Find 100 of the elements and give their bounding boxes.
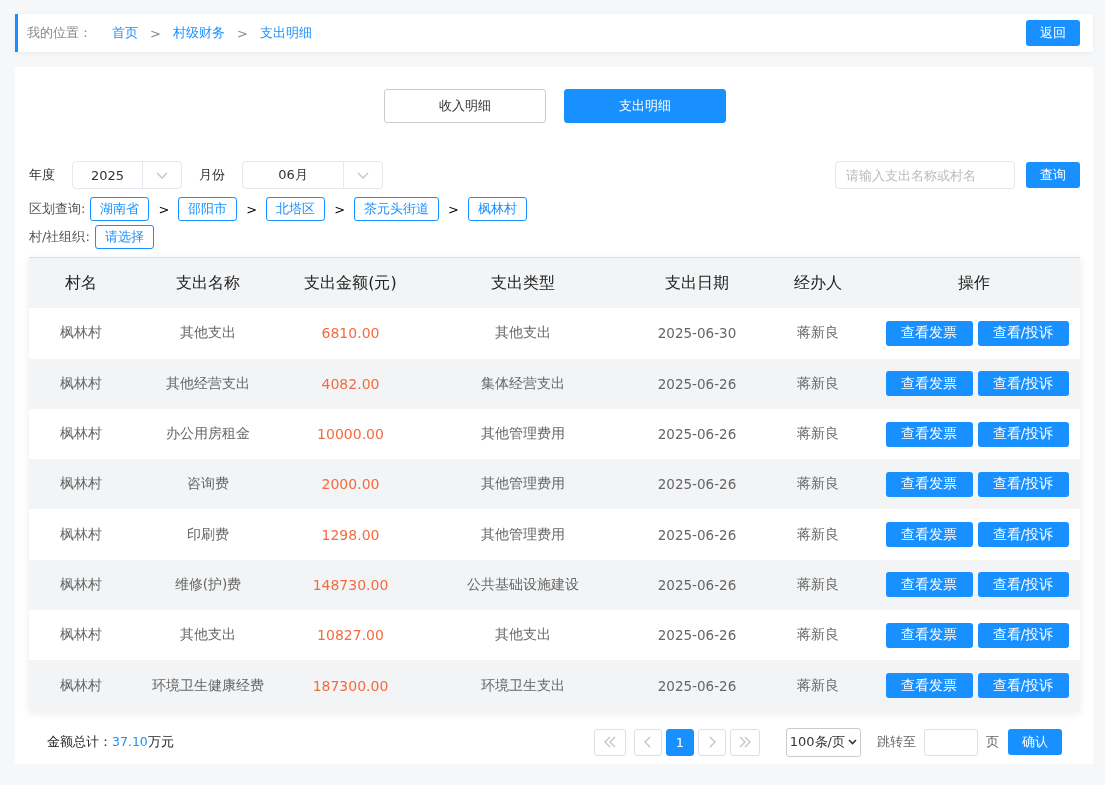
breadcrumb-link[interactable]: 首页 (112, 24, 138, 42)
table-cell-text: 2025-06-26 (656, 626, 738, 646)
tab[interactable]: 支出明细 (563, 89, 726, 123)
view-invoice-button[interactable]: 查看发票 (885, 371, 973, 397)
table-cell-text: 其他支出 (179, 323, 237, 343)
column-header: 支出日期 (664, 271, 730, 294)
region-chip[interactable]: 邵阳市 (178, 197, 238, 221)
total-unit: 万元 (147, 733, 174, 749)
table-cell-text: 枫林村 (59, 625, 103, 645)
region-chip[interactable]: 北塔区 (266, 197, 326, 221)
region-separator: > (448, 201, 459, 217)
tab[interactable]: 收入明细 (383, 89, 546, 123)
breadcrumb-separator: > (236, 25, 248, 41)
back-button[interactable]: 返回 (1026, 20, 1080, 46)
organization-label: 村/社组织: (29, 228, 90, 246)
table-cell-text: 187300.00 (311, 676, 390, 696)
region-separator: > (158, 201, 170, 217)
column-header: 支出金额(元) (303, 271, 398, 294)
month-select[interactable]: 06月 (242, 161, 383, 189)
table-cell-text: 蒋新良 (795, 524, 840, 544)
table-cell-text: 其他管理费用 (479, 424, 566, 444)
table-cell-text: 环境卫生健康经费 (151, 675, 265, 695)
breadcrumb-link[interactable]: 村级财务 (172, 24, 225, 42)
table-cell-text: 蒋新良 (795, 323, 840, 343)
table-cell-text: 其他经营支出 (165, 373, 251, 393)
search-button[interactable]: 查询 (1026, 162, 1080, 188)
next-page-button[interactable] (697, 728, 726, 756)
year-select[interactable]: 2025 (72, 161, 182, 189)
table-cell-text: 其他支出 (493, 323, 552, 343)
table-cell-text: 2000.00 (320, 475, 381, 495)
breadcrumb-label: 我的位置： (27, 24, 92, 42)
table-cell-text: 公共基础设施建设 (465, 574, 580, 594)
view-invoice-button[interactable]: 查看发票 (885, 320, 973, 346)
chevron-right-icon (707, 736, 716, 749)
view-complaint-button[interactable]: 查看/投诉 (977, 622, 1069, 648)
table-cell-text: 枫林村 (59, 323, 103, 343)
breadcrumb-link[interactable]: 支出明细 (259, 24, 312, 42)
table-cell-text: 2025-06-26 (656, 525, 738, 545)
table-cell-text: 枫林村 (59, 574, 103, 594)
page-size-select[interactable]: 100条/页 (785, 727, 861, 757)
table-cell-text: 枫林村 (59, 474, 103, 494)
organization-select[interactable]: 请选择 (94, 225, 154, 249)
last-page-button[interactable] (729, 728, 760, 756)
table-cell-text: 其他管理费用 (479, 474, 566, 494)
table-cell-text: 维修(护)费 (173, 574, 243, 594)
table-cell-text: 环境卫生支出 (479, 675, 566, 695)
table-cell-text: 其他支出 (493, 625, 552, 645)
table-cell-text: 蒋新良 (795, 675, 840, 695)
column-header: 村名 (64, 271, 98, 294)
region-chip[interactable]: 茶元头街道 (354, 197, 440, 221)
view-invoice-button[interactable]: 查看发票 (885, 572, 973, 598)
table-cell-text: 4082.00 (320, 374, 381, 394)
table-cell-text: 枫林村 (59, 524, 103, 544)
table-cell-text: 2025-06-26 (656, 676, 738, 696)
region-chip[interactable]: 湖南省 (90, 197, 150, 221)
view-complaint-button[interactable]: 查看/投诉 (977, 371, 1069, 397)
page-button[interactable]: 1 (665, 728, 694, 756)
confirm-button[interactable]: 确认 (1008, 729, 1062, 756)
region-separator: > (246, 201, 258, 217)
breadcrumb-separator: > (150, 25, 161, 41)
view-complaint-button[interactable]: 查看/投诉 (977, 421, 1069, 447)
previous-page-button[interactable] (633, 728, 662, 756)
page-number-field[interactable] (924, 728, 978, 756)
view-invoice-button[interactable]: 查看发票 (885, 622, 973, 648)
table-cell-text: 2025-06-26 (656, 475, 738, 495)
search-field[interactable]: 请输入支出名称或村名 (835, 161, 1015, 189)
column-header: 支出类型 (489, 271, 556, 294)
table-cell-text: 10000.00 (316, 425, 385, 445)
view-complaint-button[interactable]: 查看/投诉 (977, 572, 1069, 598)
table-cell-text: 148730.00 (311, 575, 390, 595)
table-cell-text: 蒋新良 (795, 373, 840, 393)
region-label: 区划查询: (29, 200, 86, 218)
table-cell-text: 2025-06-30 (656, 324, 738, 344)
table-cell-text: 其他管理费用 (479, 524, 566, 544)
view-complaint-button[interactable]: 查看/投诉 (977, 320, 1069, 346)
column-header: 操作 (957, 271, 991, 294)
region-chip[interactable]: 枫林村 (468, 197, 527, 221)
view-invoice-button[interactable]: 查看发票 (885, 522, 973, 548)
view-invoice-button[interactable]: 查看发票 (885, 421, 973, 447)
table-cell-text: 枫林村 (59, 373, 103, 393)
first-page-button[interactable] (593, 728, 626, 756)
chevron-down-icon (156, 171, 168, 179)
total-value: 37.10 (112, 733, 148, 749)
view-complaint-button[interactable]: 查看/投诉 (977, 673, 1069, 698)
chevron-left-icon (643, 736, 652, 749)
view-complaint-button[interactable]: 查看/投诉 (977, 471, 1069, 497)
table-cell-text: 蒋新良 (795, 625, 840, 645)
view-complaint-button[interactable]: 查看/投诉 (977, 522, 1069, 548)
view-invoice-button[interactable]: 查看发票 (885, 471, 973, 497)
jump-label: 跳转至 (877, 733, 916, 752)
column-header: 支出名称 (175, 271, 241, 294)
view-invoice-button[interactable]: 查看发票 (885, 673, 973, 698)
table-cell-text: 6810.00 (320, 324, 381, 344)
table-cell-text: 蒋新良 (795, 574, 840, 594)
table-cell-text: 集体经营支出 (479, 373, 566, 393)
total-label: 金额总计： (47, 733, 112, 749)
chevron-down-icon (357, 171, 369, 179)
chevron-down-icon (848, 739, 857, 746)
table-cell-text: 10827.00 (316, 626, 385, 646)
double-chevron-right-icon (737, 736, 752, 749)
